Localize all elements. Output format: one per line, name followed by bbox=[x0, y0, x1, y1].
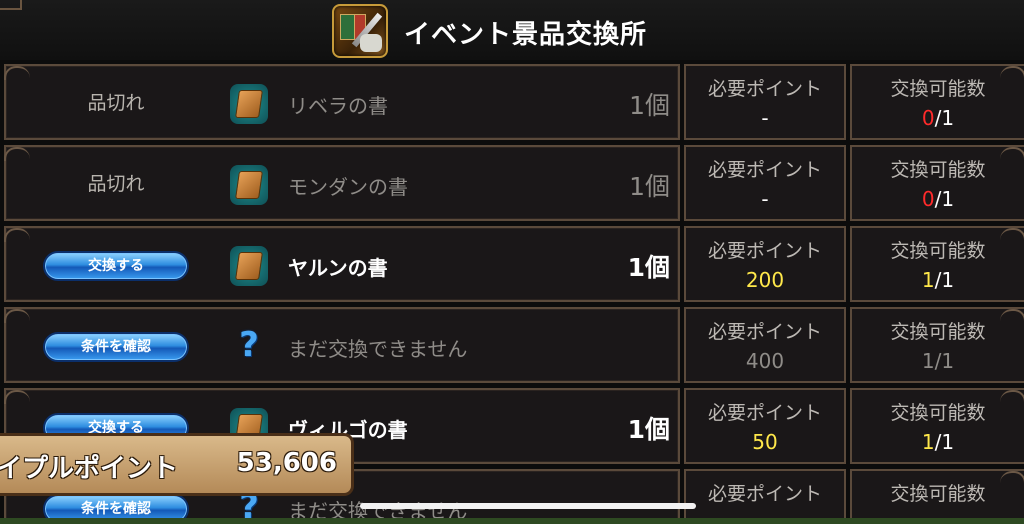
exchange-row: 交換する ヤルンの書 1個 必要ポイント 200 交換可能数 1/1 bbox=[0, 222, 1024, 303]
frame-ornament bbox=[4, 309, 30, 323]
points-label: イプルポイント bbox=[0, 454, 179, 484]
required-points-value: - bbox=[761, 187, 769, 211]
item-name: リベラの書 bbox=[288, 94, 388, 118]
item-name: モンダンの書 bbox=[288, 175, 408, 199]
required-points-label: 必要ポイント bbox=[707, 321, 822, 343]
exchange-count-max: 1 bbox=[941, 187, 955, 211]
sold-out-label: 品切れ bbox=[87, 92, 145, 114]
required-points-cell: 必要ポイント - bbox=[684, 145, 846, 221]
exchange-count-used: 1 bbox=[921, 268, 935, 292]
exchange-row: 品切れ リベラの書 1個 必要ポイント - 交換可能数 0/1 bbox=[0, 60, 1024, 141]
bottom-strip bbox=[0, 518, 1024, 524]
exchange-count-label: 交換可能数 bbox=[890, 78, 986, 100]
exchange-row-item-cell: 条件を確認? まだ交換できません bbox=[4, 307, 680, 383]
exchange-count-label: 交換可能数 bbox=[890, 402, 986, 424]
frame-ornament bbox=[4, 66, 30, 80]
required-points-cell: 必要ポイント bbox=[684, 469, 846, 524]
exchange-count-max: 1 bbox=[941, 430, 955, 454]
check-conditions-button[interactable]: 条件を確認 bbox=[43, 332, 189, 362]
exchange-count-label: 交換可能数 bbox=[890, 159, 986, 181]
required-points-value: 400 bbox=[745, 349, 785, 373]
required-points-value: - bbox=[761, 106, 769, 130]
exchange-row: 品切れ モンダンの書 1個 必要ポイント - 交換可能数 0/1 bbox=[0, 141, 1024, 222]
exchange-count-value: 1/1 bbox=[852, 430, 1024, 454]
item-quantity: 1個 bbox=[629, 91, 670, 120]
required-points-label: 必要ポイント bbox=[707, 240, 822, 262]
required-points-label: 必要ポイント bbox=[707, 159, 822, 181]
header-bar: イベント景品交換所 bbox=[0, 0, 1024, 60]
exchange-count-label: 交換可能数 bbox=[890, 483, 986, 505]
required-points-label: 必要ポイント bbox=[707, 78, 822, 100]
required-points-label: 必要ポイント bbox=[707, 402, 822, 424]
exchange-count-cell: 交換可能数 1/1 bbox=[850, 307, 1024, 383]
sold-out-label: 品切れ bbox=[87, 173, 145, 195]
exchange-count-value: 0/1 bbox=[852, 187, 1024, 211]
required-points-label: 必要ポイント bbox=[707, 483, 822, 505]
required-points-cell: 必要ポイント 200 bbox=[684, 226, 846, 302]
exchange-count-cell: 交換可能数 1/1 bbox=[850, 226, 1024, 302]
book-icon bbox=[230, 246, 268, 286]
exchange-count-used: 1 bbox=[921, 430, 935, 454]
exchange-row-item-cell: 品切れ モンダンの書 1個 bbox=[4, 145, 680, 221]
exchange-count-value: 1/1 bbox=[852, 268, 1024, 292]
exchange-count-used: 0 bbox=[921, 187, 935, 211]
book-icon bbox=[230, 84, 268, 124]
frame-ornament bbox=[4, 228, 30, 242]
item-quantity: 1個 bbox=[629, 172, 670, 201]
exchange-row-item-cell: 交換する ヤルンの書 1個 bbox=[4, 226, 680, 302]
question-icon: ? bbox=[239, 325, 259, 365]
frame-ornament bbox=[4, 390, 30, 404]
required-points-value: 200 bbox=[745, 268, 785, 292]
event-exchange-icon bbox=[332, 4, 388, 58]
page-title: イベント景品交換所 bbox=[404, 20, 648, 50]
required-points-cell: 必要ポイント 50 bbox=[684, 388, 846, 464]
required-points-cell: 必要ポイント - bbox=[684, 64, 846, 140]
exchange-count-max: 1 bbox=[941, 268, 955, 292]
required-points-cell: 必要ポイント 400 bbox=[684, 307, 846, 383]
exchange-count-value: 0/1 bbox=[852, 106, 1024, 130]
exchange-row-item-cell: 品切れ リベラの書 1個 bbox=[4, 64, 680, 140]
exchange-count-label: 交換可能数 bbox=[890, 321, 986, 343]
item-quantity: 1個 bbox=[627, 415, 670, 444]
points-balance-panel: イプルポイント 53,606 bbox=[0, 433, 354, 496]
points-value: 53,606 bbox=[236, 448, 337, 478]
item-quantity: 1個 bbox=[627, 253, 670, 282]
exchange-count-used: 0 bbox=[921, 106, 935, 130]
exchange-count-cell: 交換可能数 0/1 bbox=[850, 64, 1024, 140]
exchange-count-used: 1 bbox=[921, 349, 935, 373]
exchange-count-label: 交換可能数 bbox=[890, 240, 986, 262]
exchange-count-cell: 交換可能数 0/1 bbox=[850, 145, 1024, 221]
home-indicator[interactable] bbox=[360, 503, 696, 509]
exchange-count-cell: 交換可能数 1/1 bbox=[850, 388, 1024, 464]
exchange-row: 条件を確認? まだ交換できません 必要ポイント 400 交換可能数 1/1 bbox=[0, 303, 1024, 384]
book-icon bbox=[230, 165, 268, 205]
required-points-value: 50 bbox=[752, 430, 778, 454]
exchange-count-max: 1 bbox=[941, 106, 955, 130]
frame-ornament bbox=[4, 147, 30, 161]
exchange-button[interactable]: 交換する bbox=[43, 251, 189, 281]
corner-ornament bbox=[0, 0, 22, 10]
item-name: まだ交換できません bbox=[288, 337, 468, 361]
exchange-count-value: 1/1 bbox=[852, 349, 1024, 373]
item-name: ヤルンの書 bbox=[288, 256, 388, 280]
exchange-count-cell: 交換可能数 bbox=[850, 469, 1024, 524]
exchange-count-max: 1 bbox=[941, 349, 955, 373]
